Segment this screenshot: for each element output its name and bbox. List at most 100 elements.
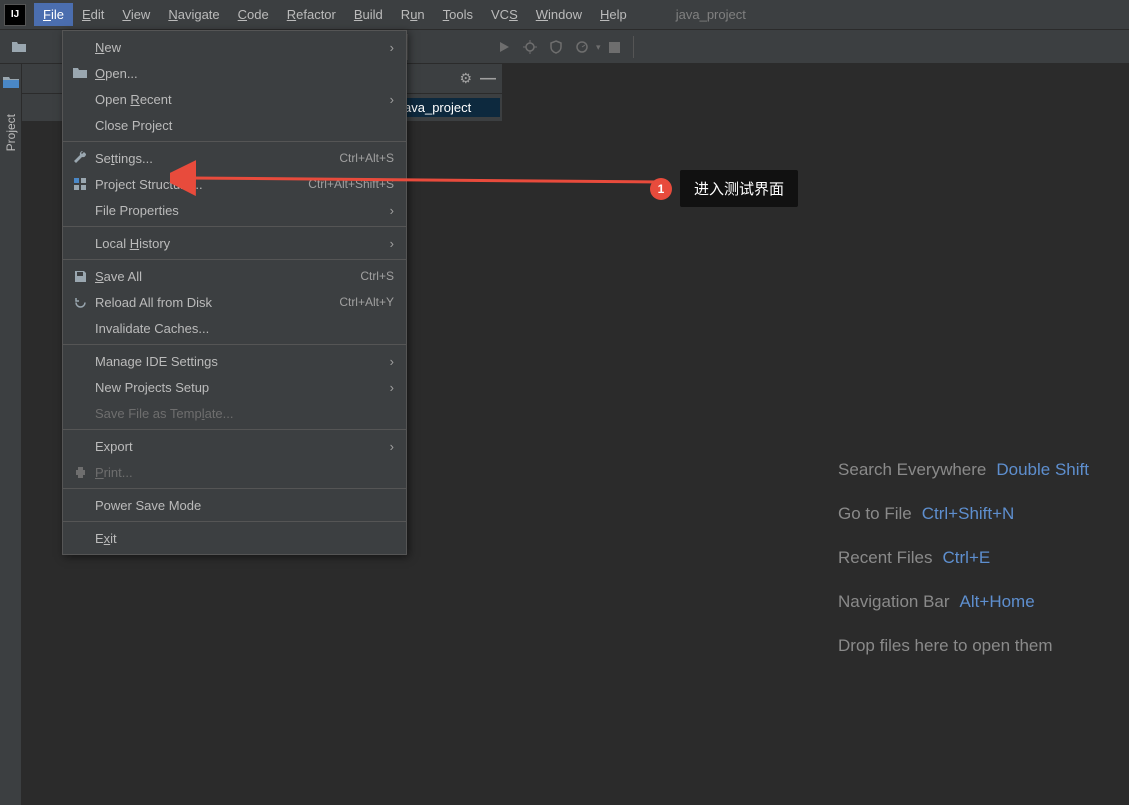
menu-project-structure-shortcut: Ctrl+Alt+Shift+S xyxy=(308,177,394,191)
menu-export[interactable]: Export › xyxy=(63,433,406,459)
menu-save-as-template-label: Save File as Template... xyxy=(95,406,394,421)
editor-welcome-area xyxy=(502,64,1129,805)
menu-separator xyxy=(63,521,406,522)
gear-icon[interactable]: ⚙ xyxy=(459,70,472,87)
welcome-hints: Search Everywhere Double Shift Go to Fil… xyxy=(838,460,1089,656)
gutter-folder-icon[interactable] xyxy=(0,72,24,92)
menu-local-history-label: Local History xyxy=(95,236,390,251)
menu-new-projects-setup-label: New Projects Setup xyxy=(95,380,390,395)
hint-key: Ctrl+Shift+N xyxy=(922,504,1015,524)
menu-invalidate-caches[interactable]: Invalidate Caches... xyxy=(63,315,406,341)
menu-window[interactable]: Window xyxy=(527,3,591,26)
toolbar-separator xyxy=(633,36,634,58)
reload-icon xyxy=(71,296,89,309)
menu-separator xyxy=(63,226,406,227)
menu-exit-label: Exit xyxy=(95,531,394,546)
hint-drop-files: Drop files here to open them xyxy=(838,636,1089,656)
callout-text: 进入测试界面 xyxy=(680,170,798,207)
profile-dropdown-caret[interactable]: ▾ xyxy=(596,42,601,53)
menu-file[interactable]: File xyxy=(34,3,73,26)
save-icon xyxy=(71,270,89,283)
menu-settings[interactable]: Settings... Ctrl+Alt+S xyxy=(63,145,406,171)
menu-save-as-template: Save File as Template... xyxy=(63,400,406,426)
menu-separator xyxy=(63,344,406,345)
menu-settings-shortcut: Ctrl+Alt+S xyxy=(339,151,394,165)
menu-exit[interactable]: Exit xyxy=(63,525,406,551)
print-icon xyxy=(71,466,89,479)
hint-navigation-bar: Navigation Bar Alt+Home xyxy=(838,592,1089,612)
project-name-label: java_project xyxy=(676,7,746,22)
hint-recent-files: Recent Files Ctrl+E xyxy=(838,548,1089,568)
hint-label: Go to File xyxy=(838,504,912,524)
submenu-arrow-icon: › xyxy=(390,40,394,55)
menu-project-structure-label: Project Structure... xyxy=(95,177,308,192)
submenu-arrow-icon: › xyxy=(390,380,394,395)
menu-save-all-shortcut: Ctrl+S xyxy=(360,269,394,283)
hint-label: Search Everywhere xyxy=(838,460,986,480)
menu-local-history[interactable]: Local History › xyxy=(63,230,406,256)
tree-root-row[interactable]: ava_project xyxy=(400,98,500,117)
menu-separator xyxy=(63,259,406,260)
menu-new[interactable]: New › xyxy=(63,34,406,60)
menu-separator xyxy=(63,429,406,430)
submenu-arrow-icon: › xyxy=(390,439,394,454)
file-dropdown-menu: New › Open... Open Recent › Close Projec… xyxy=(62,30,407,555)
menu-reload-label: Reload All from Disk xyxy=(95,295,339,310)
folder-open-icon xyxy=(71,67,89,79)
menu-refactor[interactable]: Refactor xyxy=(278,3,345,26)
tree-root-label: ava_project xyxy=(404,100,471,115)
menu-view[interactable]: View xyxy=(113,3,159,26)
project-structure-icon xyxy=(71,177,89,191)
menu-run[interactable]: Run xyxy=(392,3,434,26)
menu-tools[interactable]: Tools xyxy=(434,3,482,26)
menu-reload-shortcut: Ctrl+Alt+Y xyxy=(339,295,394,309)
coverage-icon[interactable] xyxy=(544,35,568,59)
menu-open[interactable]: Open... xyxy=(63,60,406,86)
debug-icon[interactable] xyxy=(518,35,542,59)
menu-separator xyxy=(63,141,406,142)
annotation-callout: 1 进入测试界面 xyxy=(650,170,798,207)
menu-help[interactable]: Help xyxy=(591,3,636,26)
hint-label: Navigation Bar xyxy=(838,592,950,612)
menu-open-recent[interactable]: Open Recent › xyxy=(63,86,406,112)
stop-icon[interactable] xyxy=(603,35,627,59)
menu-manage-ide-settings[interactable]: Manage IDE Settings › xyxy=(63,348,406,374)
wrench-icon xyxy=(71,151,89,165)
minimize-icon[interactable]: — xyxy=(480,70,496,88)
menu-code[interactable]: Code xyxy=(229,3,278,26)
menu-manage-ide-settings-label: Manage IDE Settings xyxy=(95,354,390,369)
hint-key: Ctrl+E xyxy=(943,548,991,568)
submenu-arrow-icon: › xyxy=(390,203,394,218)
hint-label: Recent Files xyxy=(838,548,932,568)
callout-number-badge: 1 xyxy=(650,178,672,200)
project-tool-window-tab[interactable]: Project xyxy=(2,110,20,155)
submenu-arrow-icon: › xyxy=(390,92,394,107)
menu-open-recent-label: Open Recent xyxy=(95,92,390,107)
hint-key: Double Shift xyxy=(996,460,1089,480)
run-icon[interactable] xyxy=(492,35,516,59)
hint-go-to-file: Go to File Ctrl+Shift+N xyxy=(838,504,1089,524)
menu-build[interactable]: Build xyxy=(345,3,392,26)
menu-new-projects-setup[interactable]: New Projects Setup › xyxy=(63,374,406,400)
menubar: IJ File Edit View Navigate Code Refactor… xyxy=(0,0,1129,30)
left-gutter: Project xyxy=(0,64,22,805)
profile-icon[interactable] xyxy=(570,35,594,59)
menu-reload-from-disk[interactable]: Reload All from Disk Ctrl+Alt+Y xyxy=(63,289,406,315)
menu-navigate[interactable]: Navigate xyxy=(159,3,228,26)
hint-key: Alt+Home xyxy=(960,592,1035,612)
menu-edit[interactable]: Edit xyxy=(73,3,113,26)
menu-power-save[interactable]: Power Save Mode xyxy=(63,492,406,518)
menu-file-properties-label: File Properties xyxy=(95,203,390,218)
menu-new-label: New xyxy=(95,40,390,55)
hint-search-everywhere: Search Everywhere Double Shift xyxy=(838,460,1089,480)
submenu-arrow-icon: › xyxy=(390,236,394,251)
menu-vcs[interactable]: VCS xyxy=(482,3,527,26)
menu-save-all[interactable]: Save All Ctrl+S xyxy=(63,263,406,289)
open-folder-icon[interactable] xyxy=(6,34,32,60)
menu-export-label: Export xyxy=(95,439,390,454)
menu-file-properties[interactable]: File Properties › xyxy=(63,197,406,223)
menu-project-structure[interactable]: Project Structure... Ctrl+Alt+Shift+S xyxy=(63,171,406,197)
menu-print: Print... xyxy=(63,459,406,485)
menu-close-project[interactable]: Close Project xyxy=(63,112,406,138)
menu-settings-label: Settings... xyxy=(95,151,339,166)
